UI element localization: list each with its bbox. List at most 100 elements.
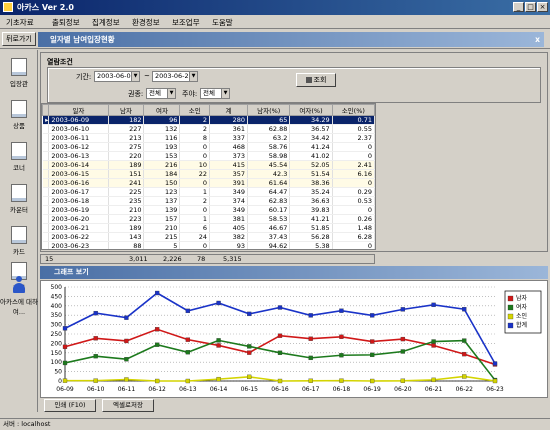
menu-support[interactable]: 보조업무 — [172, 17, 200, 28]
sidebar-item-counter[interactable]: 카운터 — [0, 184, 38, 214]
table-cell: 132 — [143, 124, 181, 134]
maximize-button[interactable]: □ — [525, 2, 536, 12]
data-point — [154, 327, 160, 332]
data-point — [93, 378, 98, 383]
column-header[interactable]: 여자 — [143, 104, 181, 116]
menu-help[interactable]: 도움말 — [212, 17, 233, 28]
table-cell: 35.24 — [289, 187, 333, 197]
query-button[interactable]: 조회 — [296, 73, 336, 87]
table-cell: 96 — [143, 115, 181, 125]
week-value: 전체 — [203, 89, 215, 97]
table-cell: 2003-06-14 — [48, 160, 109, 170]
table-row[interactable]: 2003-06-23 88 5 0 93 94.62 5.38 0 — [42, 241, 375, 249]
back-button[interactable]: 뒤로가기 — [2, 32, 36, 46]
table-row[interactable]: 2003-06-21 189 210 6 405 46.67 51.85 1.48 — [42, 223, 375, 233]
app-icon — [3, 2, 13, 12]
table-row[interactable]: 2003-06-15 151 184 22 357 42.3 51.54 6.16 — [42, 169, 375, 179]
close-form-icon[interactable]: x — [535, 32, 540, 47]
sidebar-item-entrance[interactable]: 입장관 — [0, 58, 38, 88]
table-row[interactable]: 2003-06-19 210 139 0 349 60.17 39.83 0 — [42, 205, 375, 215]
table-cell: 2003-06-10 — [48, 124, 109, 134]
type-select[interactable]: 전체 ▼ — [146, 88, 176, 99]
x-tick-label: 06-13 — [179, 386, 197, 393]
excel-save-button[interactable]: 엑셀로저장 — [102, 399, 154, 412]
table-cell: 51.85 — [289, 223, 333, 233]
menu-bar: 기초자료 출퇴정보 집계정보 환경정보 보조업무 도움말 — [0, 15, 550, 29]
minimize-button[interactable]: _ — [513, 2, 524, 12]
column-header[interactable]: 계 — [209, 104, 249, 116]
table-row[interactable]: 2003-06-14 189 216 10 415 45.54 52.05 2.41 — [42, 160, 375, 170]
table-row[interactable]: 2003-06-12 275 193 0 468 58.76 41.24 0 — [42, 142, 375, 152]
data-point — [247, 311, 252, 317]
sidebar-item-card[interactable]: 카드 — [0, 226, 38, 256]
query-button-label: 조회 — [313, 76, 327, 84]
x-tick-label: 06-18 — [333, 386, 351, 393]
date-from-input[interactable]: 2003-06-02 ▼ — [94, 71, 140, 82]
data-point — [400, 378, 406, 383]
menu-environment[interactable]: 환경정보 — [132, 17, 160, 28]
document-icon — [11, 142, 27, 160]
data-point — [431, 377, 436, 383]
table-cell: 88 — [108, 241, 145, 249]
table-cell: 1 — [179, 187, 211, 197]
table-row[interactable]: 2003-06-11 213 116 8 337 63.2 34.42 2.37 — [42, 133, 375, 143]
legend-swatch — [507, 322, 514, 329]
date-to-input[interactable]: 2003-06-25 ▼ — [152, 71, 198, 82]
form-title-bar: 일자별 남여입장현황 x — [38, 32, 544, 47]
data-point — [339, 334, 344, 339]
conditions-group: 기간: 2003-06-02 ▼ ~ 2003-06-25 ▼ 권종: 전체 ▼ 주야… — [47, 67, 541, 103]
dropdown-arrow-icon: ▼ — [167, 89, 175, 98]
legend-swatch — [507, 304, 514, 311]
column-header[interactable]: 남자(%) — [247, 104, 291, 116]
sidebar: 입장관 상품 코너 카운터 카드 계정 아카스에 대하여... — [0, 50, 38, 412]
total-count: 15 — [45, 255, 54, 263]
table-cell: 391 — [209, 178, 249, 188]
data-grid[interactable]: 일자 남자 여자 소인 계 남자(%) 여자(%) 소인(%) ▸ 2003-06… — [41, 103, 376, 250]
table-cell: 405 — [209, 223, 249, 233]
window-title: 아카스 Ver 2.0 — [17, 3, 74, 12]
close-window-button[interactable]: × — [537, 2, 548, 12]
column-header[interactable]: 일자 — [48, 104, 109, 116]
y-tick-label: 500 — [51, 284, 63, 291]
document-icon — [11, 58, 27, 76]
table-cell: 41.02 — [289, 151, 333, 161]
table-row[interactable]: 2003-06-13 220 153 0 373 58.98 41.02 0 — [42, 151, 375, 161]
column-header[interactable]: 남자 — [107, 104, 145, 116]
sidebar-item-corner[interactable]: 코너 — [0, 142, 38, 172]
table-cell: 2 — [179, 115, 211, 125]
title-bar: 아카스 Ver 2.0 _ □ × — [0, 0, 550, 15]
data-point — [185, 350, 191, 355]
data-point — [62, 326, 68, 331]
table-cell: 220 — [108, 151, 145, 161]
row-marker: ▸ — [42, 115, 50, 125]
table-cell: 150 — [143, 178, 181, 188]
menu-basic-data[interactable]: 기초자료 — [6, 17, 34, 28]
table-cell: 139 — [143, 205, 181, 215]
form-title: 일자별 남여입장현황 — [50, 35, 115, 44]
print-button[interactable]: 인쇄 (F10) — [44, 399, 96, 412]
table-row[interactable]: 2003-06-22 143 215 24 382 37.43 56.28 6.28 — [42, 232, 375, 242]
table-row[interactable]: 2003-06-20 223 157 1 381 58.53 41.21 0.26 — [42, 214, 375, 224]
table-row[interactable]: 2003-06-16 241 150 0 391 61.64 38.36 0 — [42, 178, 375, 188]
week-select[interactable]: 전체 ▼ — [200, 88, 230, 99]
dropdown-arrow-icon: ▼ — [221, 89, 229, 98]
menu-attendance[interactable]: 출퇴정보 — [52, 17, 80, 28]
sidebar-item-product[interactable]: 상품 — [0, 100, 38, 130]
table-row[interactable]: 2003-06-17 225 123 1 349 64.47 35.24 0.29 — [42, 187, 375, 197]
table-cell: 215 — [143, 232, 181, 242]
column-header[interactable]: 소인 — [179, 104, 211, 116]
table-row[interactable]: 2003-06-18 235 137 2 374 62.83 36.63 0.53 — [42, 196, 375, 206]
data-point — [369, 313, 375, 318]
table-row[interactable]: ▸ 2003-06-09 182 96 2 280 65 34.29 0.71 — [42, 115, 375, 125]
data-point — [431, 343, 436, 348]
column-header[interactable]: 여자(%) — [289, 104, 333, 116]
menu-aggregate[interactable]: 집계정보 — [92, 17, 120, 28]
week-label: 주야: — [182, 90, 198, 98]
sidebar-item-about[interactable]: 아카스에 대하여... — [0, 276, 38, 316]
column-header[interactable]: 소인(%) — [331, 104, 375, 116]
table-cell: 62.88 — [247, 124, 291, 134]
data-point — [124, 357, 129, 362]
table-row[interactable]: 2003-06-10 227 132 2 361 62.88 36.57 0.55 — [42, 124, 375, 134]
data-point — [462, 338, 467, 343]
table-cell: 0.71 — [332, 115, 375, 125]
